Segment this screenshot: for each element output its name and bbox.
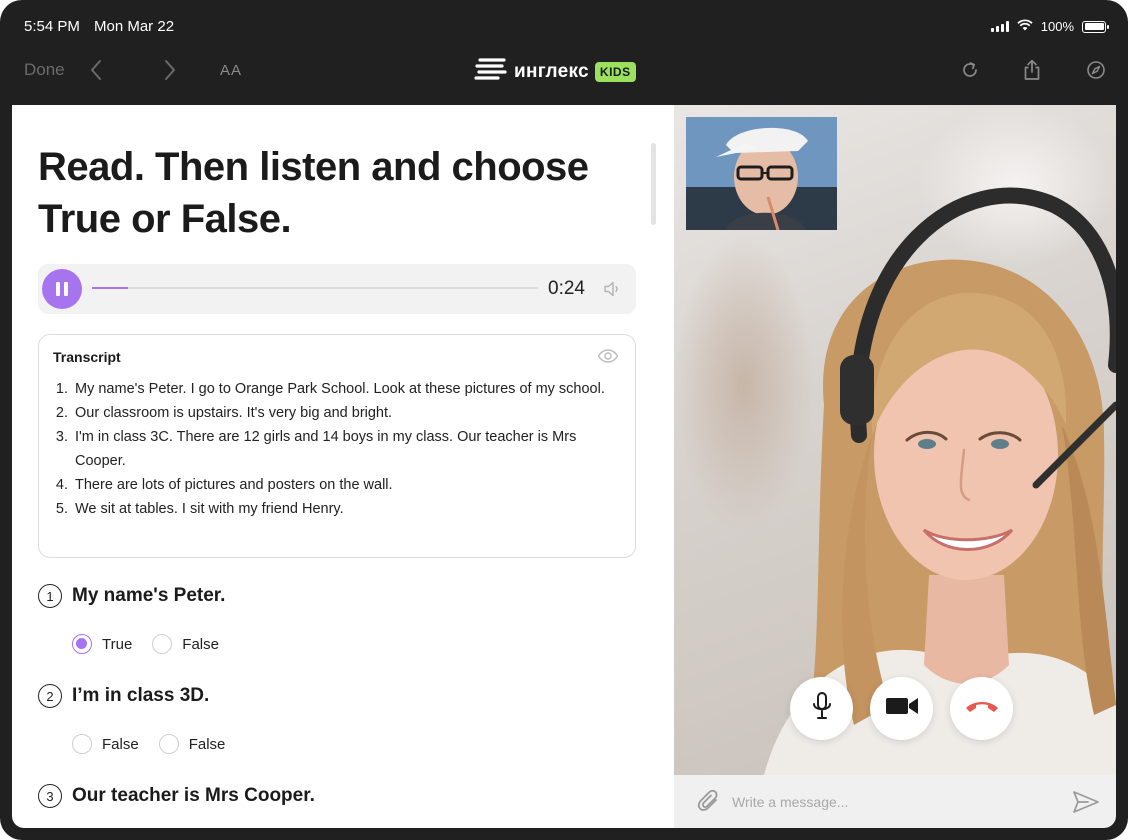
battery-icon [1082, 20, 1109, 33]
attachment-icon[interactable] [696, 789, 722, 820]
chat-bar [674, 775, 1116, 828]
audio-progress-track[interactable] [92, 287, 538, 289]
inglex-kids-logo: инглекс KIDS [474, 56, 636, 87]
scrollbar[interactable] [651, 143, 656, 225]
pause-icon-bar [64, 282, 68, 296]
line-number: 3. [55, 429, 68, 445]
student-video [686, 117, 837, 230]
option-false[interactable]: False [152, 634, 219, 654]
line-text: We sit at tables. I sit with my friend H… [75, 501, 344, 517]
question-3: 3 Our teacher is Mrs Cooper. [38, 784, 315, 808]
question-2: 2 I’m in class 3D. [38, 684, 209, 708]
question-2-options: False False [72, 734, 245, 754]
video-call-panel [674, 105, 1116, 775]
message-input[interactable] [732, 790, 1032, 814]
option-true[interactable]: True [72, 634, 132, 654]
pause-button[interactable] [42, 269, 82, 309]
tablet-frame: 5:54 PM Mon Mar 22 100% Done AA инглекс … [0, 0, 1128, 840]
done-button[interactable]: Done [24, 60, 65, 80]
status-right: 100% [990, 19, 1109, 34]
transcript-line: 1. My name's Peter. I go to Orange Park S… [53, 377, 613, 401]
compass-icon[interactable] [1084, 58, 1108, 82]
status-time: 5:54 PM [24, 18, 80, 35]
question-text: My name's Peter. [72, 585, 226, 606]
line-number: 2. [55, 405, 68, 421]
status-date: Mon Mar 22 [94, 18, 175, 35]
status-bar: 5:54 PM Mon Mar 22 100% [0, 0, 1128, 54]
option-label: True [102, 635, 133, 653]
exercise-title: Read. Then listen and choose True or Fal… [38, 145, 589, 241]
signal-icon [990, 21, 1009, 32]
question-text: Our teacher is Mrs Cooper. [72, 785, 315, 806]
line-text: My name's Peter. I go to Orange Park Sch… [75, 381, 605, 397]
radio[interactable] [72, 734, 92, 754]
logo-kids-badge: KIDS [594, 61, 636, 82]
transcript-line: 2. Our classroom is upstairs. It's very b… [53, 401, 613, 425]
send-icon[interactable] [1072, 789, 1100, 820]
text-size-button[interactable]: AA [220, 62, 242, 79]
pause-icon [56, 282, 60, 296]
transcript-box: Transcript 1. My name's Peter. I go to Or… [38, 334, 636, 558]
microphone-button[interactable] [790, 677, 853, 740]
question-number: 2 [38, 684, 62, 708]
option-label: False [102, 735, 139, 753]
browser-toolbar: Done AA инглекс KIDS [0, 50, 1128, 104]
option-false[interactable]: False [158, 734, 226, 754]
line-number: 5. [55, 501, 68, 517]
camera-button[interactable] [870, 677, 933, 740]
radio-selected[interactable] [72, 634, 92, 654]
transcript-heading: Transcript [53, 349, 121, 365]
microphone-icon [811, 691, 833, 726]
audio-time: 0:24 [548, 278, 585, 299]
line-number: 1. [55, 381, 68, 397]
line-text: There are lots of pictures and posters o… [75, 477, 393, 493]
question-1-options: True False [72, 634, 239, 654]
line-number: 4. [55, 477, 68, 493]
question-number: 1 [38, 584, 62, 608]
question-number: 3 [38, 784, 62, 808]
option-false[interactable]: False [72, 734, 139, 754]
logo-mark-icon [474, 56, 508, 87]
logo-text: инглекс [514, 60, 589, 82]
transcript-line: 4. There are lots of pictures and posters… [53, 473, 613, 497]
option-label: False [182, 635, 219, 653]
transcript-line: 3. I'm in class 3C. There are 12 girls an… [53, 425, 613, 473]
self-view-thumbnail[interactable] [686, 117, 837, 230]
radio[interactable] [158, 734, 179, 754]
wifi-icon [1017, 19, 1033, 34]
question-1: 1 My name's Peter. [38, 584, 225, 608]
end-call-button[interactable] [950, 677, 1013, 740]
transcript-line: 5. We sit at tables. I sit with my friend… [53, 497, 613, 521]
option-label: False [188, 735, 226, 753]
camera-icon [885, 695, 919, 722]
exercise-panel: Read. Then listen and choose True or Fal… [12, 105, 674, 828]
call-controls [790, 677, 1013, 740]
transcript-list: 1. My name's Peter. I go to Orange Park S… [53, 377, 613, 521]
reload-icon[interactable] [958, 58, 982, 82]
share-icon[interactable] [1020, 58, 1044, 82]
end-call-icon [964, 698, 1000, 719]
radio[interactable] [152, 634, 173, 654]
back-chevron-icon[interactable] [84, 58, 108, 82]
audio-progress-fill [92, 287, 128, 289]
volume-icon[interactable] [603, 280, 623, 303]
line-text: Our classroom is upstairs. It's very big… [75, 405, 393, 421]
question-text: I’m in class 3D. [72, 685, 210, 706]
forward-chevron-icon[interactable] [158, 58, 182, 82]
battery-percent: 100% [1040, 19, 1074, 34]
eye-icon[interactable] [597, 349, 619, 368]
audio-player: 0:24 [38, 264, 636, 314]
line-text: I'm in class 3C. There are 12 girls and … [75, 429, 577, 469]
